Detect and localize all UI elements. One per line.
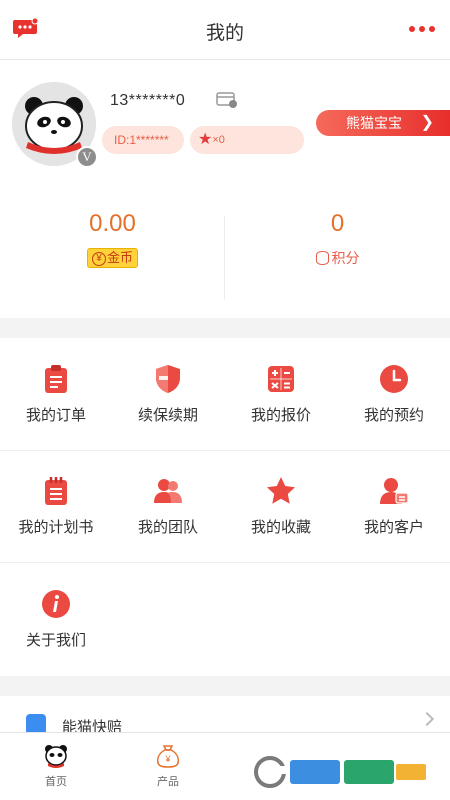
quick-claim-row[interactable]: 能猫快赔 (0, 696, 450, 732)
menu-item-renewal[interactable]: 续保续期 (112, 364, 224, 425)
panda-home-icon (45, 745, 67, 768)
nav-home[interactable]: 首页 (0, 743, 112, 789)
more-dots-icon[interactable] (408, 22, 436, 36)
points-stat[interactable]: 0 积分 (225, 208, 450, 268)
chevron-right-icon (419, 711, 435, 727)
money-bag-icon: ¥ (157, 745, 179, 768)
menu-item-favorites[interactable]: 我的收藏 (225, 476, 337, 537)
nav-products[interactable]: ¥ 产品 (112, 743, 224, 789)
menu-item-about[interactable]: 关于我们 (0, 589, 112, 650)
gold-label: 金币 (106, 250, 133, 265)
clock-icon (380, 365, 408, 393)
svg-text:¥: ¥ (164, 754, 171, 764)
quick-claim-label: 能猫快赔 (62, 719, 123, 732)
divider (0, 450, 450, 451)
yen-coin-icon: ¥ (91, 252, 106, 266)
profile-card: V 13*******0 ID:1******* ★×0 熊猫宝宝 ❯ 0.00 … (0, 60, 450, 318)
menu-grid: 我的订单 续保续期 我的报价 我的预约 我的计划书 我的团队 我的收藏 我的客户… (0, 338, 450, 676)
star-icon: ★ (198, 131, 213, 148)
profile-page: 我的 V 13*******0 ID:1******* ★×0 熊猫宝宝 ❯ 0… (0, 0, 450, 800)
notebook-icon (45, 477, 67, 505)
menu-item-appointments[interactable]: 我的预约 (338, 364, 450, 425)
menu-item-label: 我的报价 (250, 407, 311, 424)
menu-item-orders[interactable]: 我的订单 (0, 364, 112, 425)
menu-item-label: 我的预约 (363, 407, 424, 424)
shield-icon (156, 365, 180, 393)
gold-coin-stat[interactable]: 0.00 ¥ 金币 (0, 208, 225, 268)
menu-item-quotes[interactable]: 我的报价 (225, 364, 337, 425)
customer-icon (380, 478, 409, 504)
menu-item-customers[interactable]: 我的客户 (338, 476, 450, 537)
menu-item-label: 我的订单 (25, 407, 86, 424)
clipboard-icon (45, 365, 67, 393)
points-label: 积分 (331, 250, 360, 266)
coin-stack-icon (315, 251, 329, 265)
panda-baby-button[interactable]: 熊猫宝宝 ❯ (316, 110, 450, 136)
menu-item-label: 我的计划书 (18, 519, 94, 536)
top-bar: 我的 (0, 0, 450, 60)
team-icon (154, 479, 182, 503)
chevron-right-icon: ❯ (420, 114, 434, 131)
v-badge: V (76, 146, 98, 168)
nav-label: 产品 (157, 776, 179, 788)
phone-number: 13*******0 (110, 92, 186, 109)
gold-coin-badge: ¥ 金币 (86, 248, 138, 268)
panda-baby-label: 熊猫宝宝 (346, 115, 402, 131)
points-label-wrap: 积分 (315, 248, 360, 268)
menu-item-label: 我的团队 (137, 519, 198, 536)
menu-item-label: 我的客户 (363, 519, 424, 536)
nav-label: 首页 (45, 776, 67, 788)
menu-item-team[interactable]: 我的团队 (112, 476, 224, 537)
site-watermark-logo (250, 752, 430, 792)
calculator-icon (268, 366, 294, 392)
star-icon (267, 477, 295, 504)
menu-item-label: 我的收藏 (250, 519, 311, 536)
points-value: 0 (330, 210, 345, 237)
star-count-pill[interactable]: ★×0 (190, 126, 304, 154)
claim-icon (26, 714, 46, 732)
star-count: ×0 (212, 134, 225, 146)
user-id-pill: ID:1******* (102, 126, 184, 154)
info-icon (42, 590, 70, 618)
menu-item-label: 续保续期 (137, 407, 198, 424)
divider (0, 562, 450, 563)
id-card-icon[interactable] (216, 91, 238, 109)
menu-item-plans[interactable]: 我的计划书 (0, 476, 112, 537)
page-title: 我的 (205, 23, 244, 44)
menu-item-label: 关于我们 (25, 632, 86, 649)
gold-value: 0.00 (89, 210, 136, 237)
